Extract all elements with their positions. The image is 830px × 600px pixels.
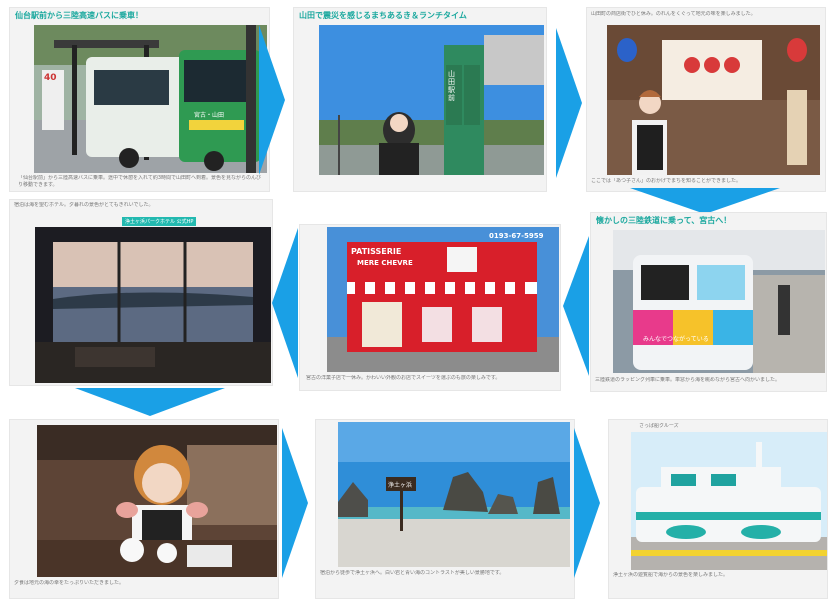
panel-5-caption: 宮古の洋菓子店で一休み。かわいい外観のお店でスイーツを選ぶのも旅の楽しみです。 <box>306 375 501 381</box>
bus-stop-sign: 40 <box>44 73 57 83</box>
panel-3: 山田町の商店街でひと休み。のれんをくぐって地元の味を楽しみました。 ここでは「あ… <box>587 8 825 191</box>
panel-6-photo <box>35 227 271 383</box>
panel-1: 仙台駅前から三陸高速バスに乗車！ 40 宮古・山田 「仙台駅前」から三陸高速バス… <box>10 8 269 191</box>
beach-sign: 浄土ヶ浜 <box>388 482 413 489</box>
shop-phone: 0193-67-5959 <box>489 232 544 240</box>
shop-name-line2: MERE CHEVRE <box>357 259 413 267</box>
panel-9-caption: 浄土ヶ浜の遊覧船で海からの景色を楽しみました。 <box>613 572 729 578</box>
station-sign: 山田駅前 <box>448 70 455 102</box>
panel-2-photo: 山田駅前 <box>319 25 544 175</box>
panel-9-photo <box>631 432 827 570</box>
panel-9-caption-top: さっぱ船クルーズ <box>639 423 679 429</box>
arrow-right-1 <box>259 25 285 175</box>
arrow-left-2 <box>563 236 589 376</box>
panel-3-photo <box>607 25 820 175</box>
panel-7-photo <box>37 425 277 577</box>
arrow-right-4 <box>574 428 600 578</box>
panel-4-photo: みんなでつながっている <box>613 230 825 373</box>
train-wrap-text: みんなでつながっている <box>643 336 709 343</box>
panel-4-caption: 三陸鉄道のラッピング列車に乗車。車窓から海を眺めながら宮古へ向かいました。 <box>595 377 781 383</box>
bus-label: 宮古・山田 <box>194 112 225 119</box>
panel-5: PATISSERIE MERE CHEVRE 0193-67-5959 宮古の洋… <box>300 225 560 390</box>
panel-4: 懐かしの三陸鉄道に乗って、宮古へ！ みんなでつながっている 三陸鉄道のラッピング… <box>591 213 826 391</box>
panel-8: 浄土ヶ浜 宿泊から徒歩で浄土ヶ浜へ。白い岩と青い海のコントラストが美しい景勝地で… <box>316 420 574 598</box>
panel-7-caption: 夕食は地元の海の幸をたっぷりいただきました。 <box>14 580 125 586</box>
panel-6: 宿泊は海を望むホテル。夕暮れの景色がとてもきれいでした。 浄土ヶ浜パークホテル … <box>10 200 272 385</box>
panel-3-caption-top: 山田町の商店街でひと休み。のれんをくぐって地元の味を楽しみました。 <box>591 11 756 17</box>
shop-name-line1: PATISSERIE <box>351 247 402 256</box>
panel-3-caption-bottom: ここでは「あつ子さん」のおかげでまちを知ることができました。 <box>591 178 742 184</box>
arrow-left-1 <box>272 228 298 378</box>
panel-4-title: 懐かしの三陸鉄道に乗って、宮古へ！ <box>596 216 732 225</box>
panel-8-photo: 浄土ヶ浜 <box>338 422 570 567</box>
arrow-down-1 <box>630 188 780 214</box>
hotel-badge[interactable]: 浄土ヶ浜パークホテル 公式HP <box>122 217 197 226</box>
panel-7: 夕食は地元の海の幸をたっぷりいただきました。 <box>10 420 278 598</box>
arrow-right-3 <box>282 428 308 578</box>
panel-1-title: 仙台駅前から三陸高速バスに乗車！ <box>15 11 143 20</box>
panel-2: 山田で震災を感じるまちあるき＆ランチタイム 山田駅前 <box>294 8 546 191</box>
panel-5-photo: PATISSERIE MERE CHEVRE 0193-67-5959 <box>327 227 559 372</box>
panel-1-caption: 「仙台駅前」から三陸高速バスに乗車。途中で休憩を入れて約3時間で山田町へ到着。景… <box>18 175 262 188</box>
arrow-right-2 <box>556 28 582 178</box>
panel-6-caption-top: 宿泊は海を望むホテル。夕暮れの景色がとてもきれいでした。 <box>14 202 154 208</box>
panel-9: さっぱ船クルーズ 浄土ヶ浜の遊覧船で海からの景色を楽しみました。 <box>609 420 827 598</box>
panel-1-photo: 40 宮古・山田 <box>34 25 267 173</box>
panel-2-title: 山田で震災を感じるまちあるき＆ランチタイム <box>299 11 467 20</box>
arrow-down-2 <box>75 388 225 416</box>
panel-8-caption: 宿泊から徒歩で浄土ヶ浜へ。白い岩と青い海のコントラストが美しい景勝地です。 <box>320 570 505 576</box>
